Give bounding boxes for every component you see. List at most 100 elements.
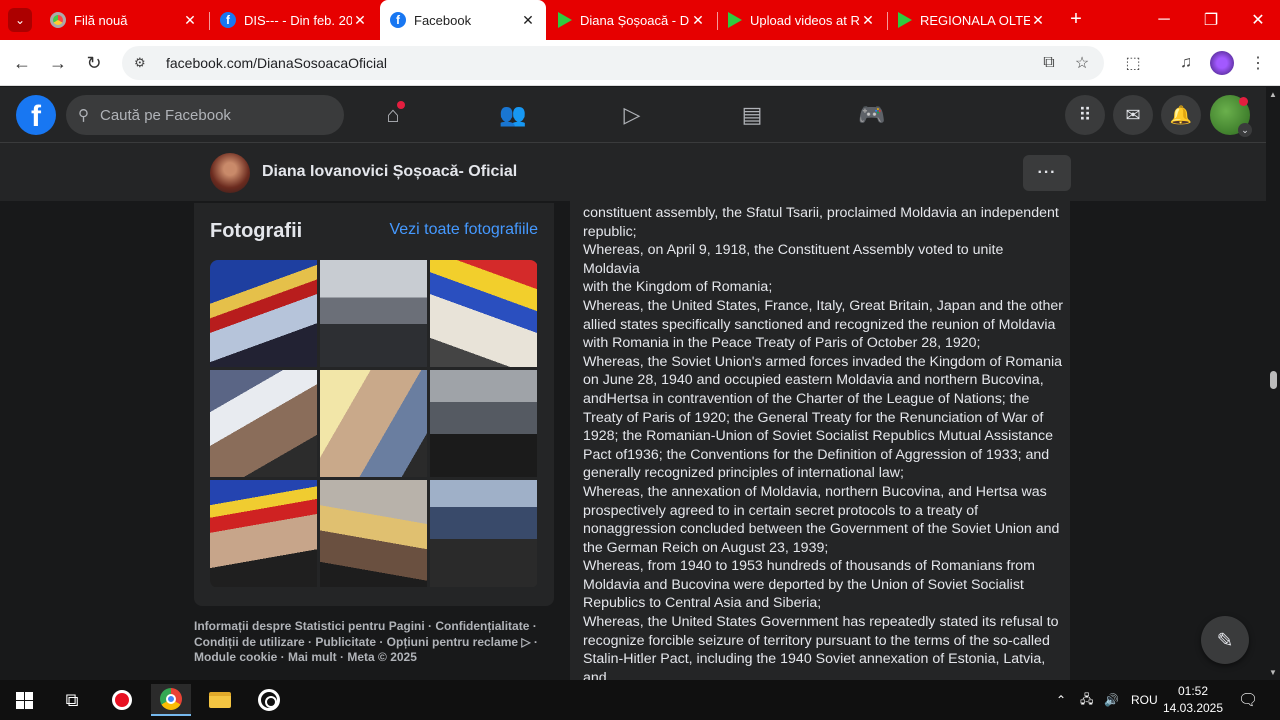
photo-thumbnail[interactable]: [320, 260, 427, 367]
post-line: republic;: [583, 223, 637, 240]
network-icon[interactable]: 🖧: [1080, 680, 1093, 720]
tab-title: Facebook: [414, 12, 472, 28]
footer-line[interactable]: Module cookie · Mai mult · Meta © 2025: [194, 650, 554, 666]
extensions-icon[interactable]: ⬚: [1121, 51, 1145, 75]
photo-thumbnail[interactable]: [430, 370, 537, 477]
more-options-button[interactable]: ···: [1023, 155, 1071, 191]
file-explorer-icon[interactable]: [200, 684, 240, 716]
page-title[interactable]: Diana Iovanovici Șoșoacă- Oficial: [262, 163, 517, 181]
see-all-photos-link[interactable]: Vezi toate fotografiile: [389, 221, 538, 239]
install-app-icon[interactable]: ⧉: [1037, 51, 1061, 75]
photo-thumbnail[interactable]: [210, 260, 317, 367]
tab-regionala-oltenia[interactable]: REGIONALA OLTEN ✕: [888, 4, 1056, 36]
close-icon[interactable]: ✕: [1030, 12, 1046, 29]
photo-thumbnail[interactable]: [430, 480, 537, 587]
tab-new-tab[interactable]: Filă nouă ✕: [40, 4, 208, 36]
menu-grid-icon[interactable]: ⠿: [1065, 95, 1105, 135]
post-line: 1928; the Romanian-Union of Soviet Socia…: [583, 428, 1054, 445]
post-line: Republics to Central Asia and Siberia;: [583, 595, 822, 612]
page-content: Fotografii Vezi toate fotografiile Infor…: [0, 201, 1266, 680]
scrollbar-thumb[interactable]: [1270, 371, 1277, 389]
facebook-icon: f: [220, 12, 236, 28]
language-indicator[interactable]: ROU: [1131, 680, 1158, 720]
post-line: Whereas, the annexation of Moldavia, nor…: [583, 483, 1047, 500]
post-line: nonaggression concluded between the Gove…: [583, 521, 1060, 538]
task-view-icon[interactable]: ⧉: [52, 684, 92, 716]
account-avatar[interactable]: ⌄: [1210, 95, 1252, 137]
screen-recorder-icon[interactable]: [102, 684, 142, 716]
windows-start-icon[interactable]: [4, 684, 44, 716]
post-line: recognize forcible seizure of territory …: [583, 632, 1050, 649]
site-info-icon[interactable]: ⚙: [134, 55, 152, 71]
tab-dis[interactable]: f DIS--- - Din feb. 20 ✕: [210, 4, 378, 36]
home-icon[interactable]: ⌂: [373, 95, 413, 135]
tab-diana-sosoaca[interactable]: Diana Șoșoacă - D ✕: [548, 4, 716, 36]
photo-thumbnail[interactable]: [320, 480, 427, 587]
reload-icon[interactable]: ↻: [82, 51, 106, 75]
tab-title: Upload videos at R: [750, 12, 860, 28]
post-text: constituent assembly, the Sfatul Tsarii,…: [583, 204, 1063, 680]
post-line: with Romania in the Peace Treaty of Pari…: [583, 335, 981, 352]
facebook-logo[interactable]: f: [16, 95, 56, 135]
tab-title: Filă nouă: [74, 12, 128, 28]
post-line: Whereas, the United States Government ha…: [583, 614, 1059, 631]
friends-icon[interactable]: 👥: [493, 95, 533, 135]
notification-badge: [1239, 97, 1248, 106]
media-controls-icon[interactable]: ♫: [1174, 51, 1198, 75]
volume-icon[interactable]: 🔊: [1104, 680, 1119, 720]
footer-line[interactable]: Informații despre Statistici pentru Pagi…: [194, 619, 554, 635]
close-icon[interactable]: ✕: [182, 12, 198, 29]
video-icon[interactable]: ▷: [612, 95, 652, 135]
address-bar[interactable]: ⚙ facebook.com/DianaSosoacaOficial: [122, 46, 1104, 80]
page-header: Diana Iovanovici Șoșoacă- Oficial ···: [0, 143, 1266, 201]
show-hidden-icons-chevron-icon[interactable]: ⌃: [1056, 680, 1066, 720]
footer-line[interactable]: Condiții de utilizare · Publicitate · Op…: [194, 635, 554, 651]
marketplace-icon[interactable]: ▤: [732, 95, 772, 135]
minimize-icon[interactable]: ─: [1149, 6, 1179, 34]
chevron-down-icon: ⌄: [1238, 123, 1252, 137]
browser-profile-avatar[interactable]: [1210, 51, 1234, 75]
scroll-up-arrow-icon[interactable]: ▲: [1269, 90, 1277, 99]
forward-arrow-icon[interactable]: →: [46, 51, 70, 75]
search-input[interactable]: [100, 106, 330, 124]
photo-thumbnail[interactable]: [320, 370, 427, 477]
back-arrow-icon[interactable]: ←: [10, 51, 34, 75]
tab-upload-videos[interactable]: Upload videos at R ✕: [718, 4, 886, 36]
photo-thumbnail[interactable]: [210, 370, 317, 477]
post-line: Treaty of Paris of 1920; the General Tre…: [583, 409, 1044, 426]
photo-thumbnail[interactable]: [430, 260, 537, 367]
scroll-down-arrow-icon[interactable]: ▼: [1269, 668, 1277, 677]
new-tab-button[interactable]: +: [1066, 8, 1086, 31]
post-card: constituent assembly, the Sfatul Tsarii,…: [570, 201, 1070, 680]
close-icon[interactable]: ✕: [520, 12, 536, 29]
clock[interactable]: 01:52 14.03.2025: [1160, 683, 1226, 717]
page-avatar[interactable]: [210, 153, 250, 193]
post-line: Whereas, the Soviet Union's armed forces…: [583, 353, 1063, 370]
notifications-bell-icon[interactable]: 🔔: [1161, 95, 1201, 135]
facebook-icon: f: [390, 12, 406, 28]
gaming-icon[interactable]: 🎮: [852, 95, 892, 135]
restore-icon[interactable]: ❐: [1196, 6, 1226, 34]
window-close-icon[interactable]: ✕: [1243, 6, 1273, 34]
close-icon[interactable]: ✕: [352, 12, 368, 29]
post-line: the German Reich on August 23, 1939;: [583, 539, 829, 556]
bookmark-star-icon[interactable]: ☆: [1070, 51, 1094, 75]
tab-title: Diana Șoșoacă - D: [580, 12, 690, 28]
photos-heading: Fotografii: [210, 220, 303, 242]
post-line: generally recognized principles of inter…: [583, 465, 904, 482]
app-target-icon[interactable]: [249, 684, 289, 716]
chrome-taskbar-icon[interactable]: [151, 684, 191, 716]
notification-center-icon[interactable]: 🗨: [1238, 680, 1258, 720]
new-message-button[interactable]: ✎: [1201, 616, 1249, 664]
messenger-icon[interactable]: ✉: [1113, 95, 1153, 135]
page-scrollbar[interactable]: ▲ ▼: [1266, 87, 1280, 680]
close-icon[interactable]: ✕: [690, 12, 706, 29]
tab-search-button[interactable]: ⌄: [8, 8, 32, 32]
photo-thumbnail[interactable]: [210, 480, 317, 587]
tab-facebook[interactable]: f Facebook ✕: [380, 0, 546, 40]
close-icon[interactable]: ✕: [860, 12, 876, 29]
clock-date: 14.03.2025: [1162, 701, 1224, 715]
post-line: Whereas, on April 9, 1918, the Constitue…: [583, 242, 1004, 277]
browser-menu-icon[interactable]: ⋮: [1246, 51, 1270, 75]
facebook-search[interactable]: ⚲: [66, 95, 344, 135]
